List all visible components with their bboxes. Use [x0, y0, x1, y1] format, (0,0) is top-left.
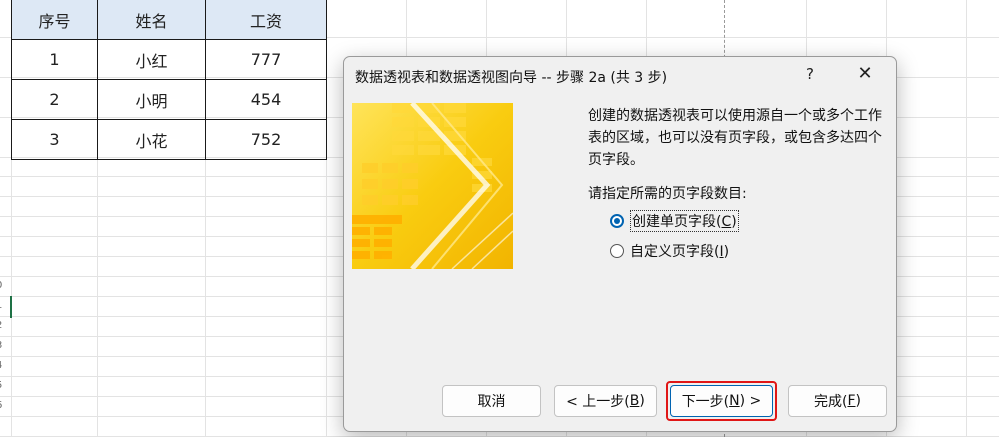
next-button-highlight: [666, 381, 777, 421]
header-cell-name[interactable]: 姓名: [97, 0, 206, 40]
radio-button[interactable]: [610, 244, 624, 258]
radio-button-selected[interactable]: [610, 214, 624, 228]
dialog-title: 数据透视表和数据透视图向导 -- 步骤 2a (共 3 步): [355, 70, 668, 86]
row-number[interactable]: 0: [0, 276, 12, 296]
cancel-button[interactable]: 取消: [442, 385, 541, 417]
page-field-prompt: 请指定所需的页字段数目:: [588, 186, 747, 202]
table-cell[interactable]: 小红: [97, 39, 206, 80]
wizard-description: 创建的数据透视表可以使用源自一个或多个工作表的区域，也可以没有页字段，或包含多达…: [588, 108, 882, 168]
wizard-illustration: [352, 103, 513, 269]
gridline: [966, 0, 967, 437]
row-number[interactable]: 2: [0, 316, 12, 336]
option-single-page-field[interactable]: 创建单页字段(C): [610, 210, 739, 232]
table-cell[interactable]: 1: [11, 39, 98, 80]
row-number[interactable]: 6: [0, 396, 12, 416]
table-cell[interactable]: 3: [11, 119, 98, 160]
active-row-indicator: [10, 296, 12, 318]
header-cell-index[interactable]: 序号: [11, 0, 98, 40]
table-row: 3 小花 752: [11, 119, 327, 160]
dialog-titlebar[interactable]: 数据透视表和数据透视图向导 -- 步骤 2a (共 3 步) ? ✕: [344, 57, 896, 95]
table-cell[interactable]: 2: [11, 79, 98, 120]
close-icon[interactable]: ✕: [855, 63, 875, 84]
option-label: 创建单页字段(C): [630, 210, 739, 232]
header-cell-salary[interactable]: 工资: [205, 0, 327, 40]
back-button[interactable]: < 上一步(B): [554, 385, 657, 417]
table-cell[interactable]: 454: [205, 79, 327, 120]
table-cell[interactable]: 752: [205, 119, 327, 160]
row-number[interactable]: 4: [0, 356, 12, 376]
table-header-row: 序号 姓名 工资: [11, 0, 327, 40]
pivot-wizard-dialog: 数据透视表和数据透视图向导 -- 步骤 2a (共 3 步) ? ✕ 创建的数据…: [343, 56, 897, 432]
row-number[interactable]: 3: [0, 336, 12, 356]
table-cell[interactable]: 小明: [97, 79, 206, 120]
data-table: 序号 姓名 工资 1 小红 777 2 小明 454 3 小花 752: [11, 0, 327, 160]
option-custom-page-field[interactable]: 自定义页字段(I): [610, 241, 729, 261]
row-number[interactable]: 5: [0, 376, 12, 396]
table-row: 2 小明 454: [11, 79, 327, 120]
table-cell[interactable]: 777: [205, 39, 327, 80]
option-label: 自定义页字段(I): [630, 244, 730, 260]
table-row: 1 小红 777: [11, 39, 327, 80]
finish-button[interactable]: 完成(F): [788, 385, 887, 417]
table-cell[interactable]: 小花: [97, 119, 206, 160]
help-icon[interactable]: ?: [802, 65, 818, 83]
